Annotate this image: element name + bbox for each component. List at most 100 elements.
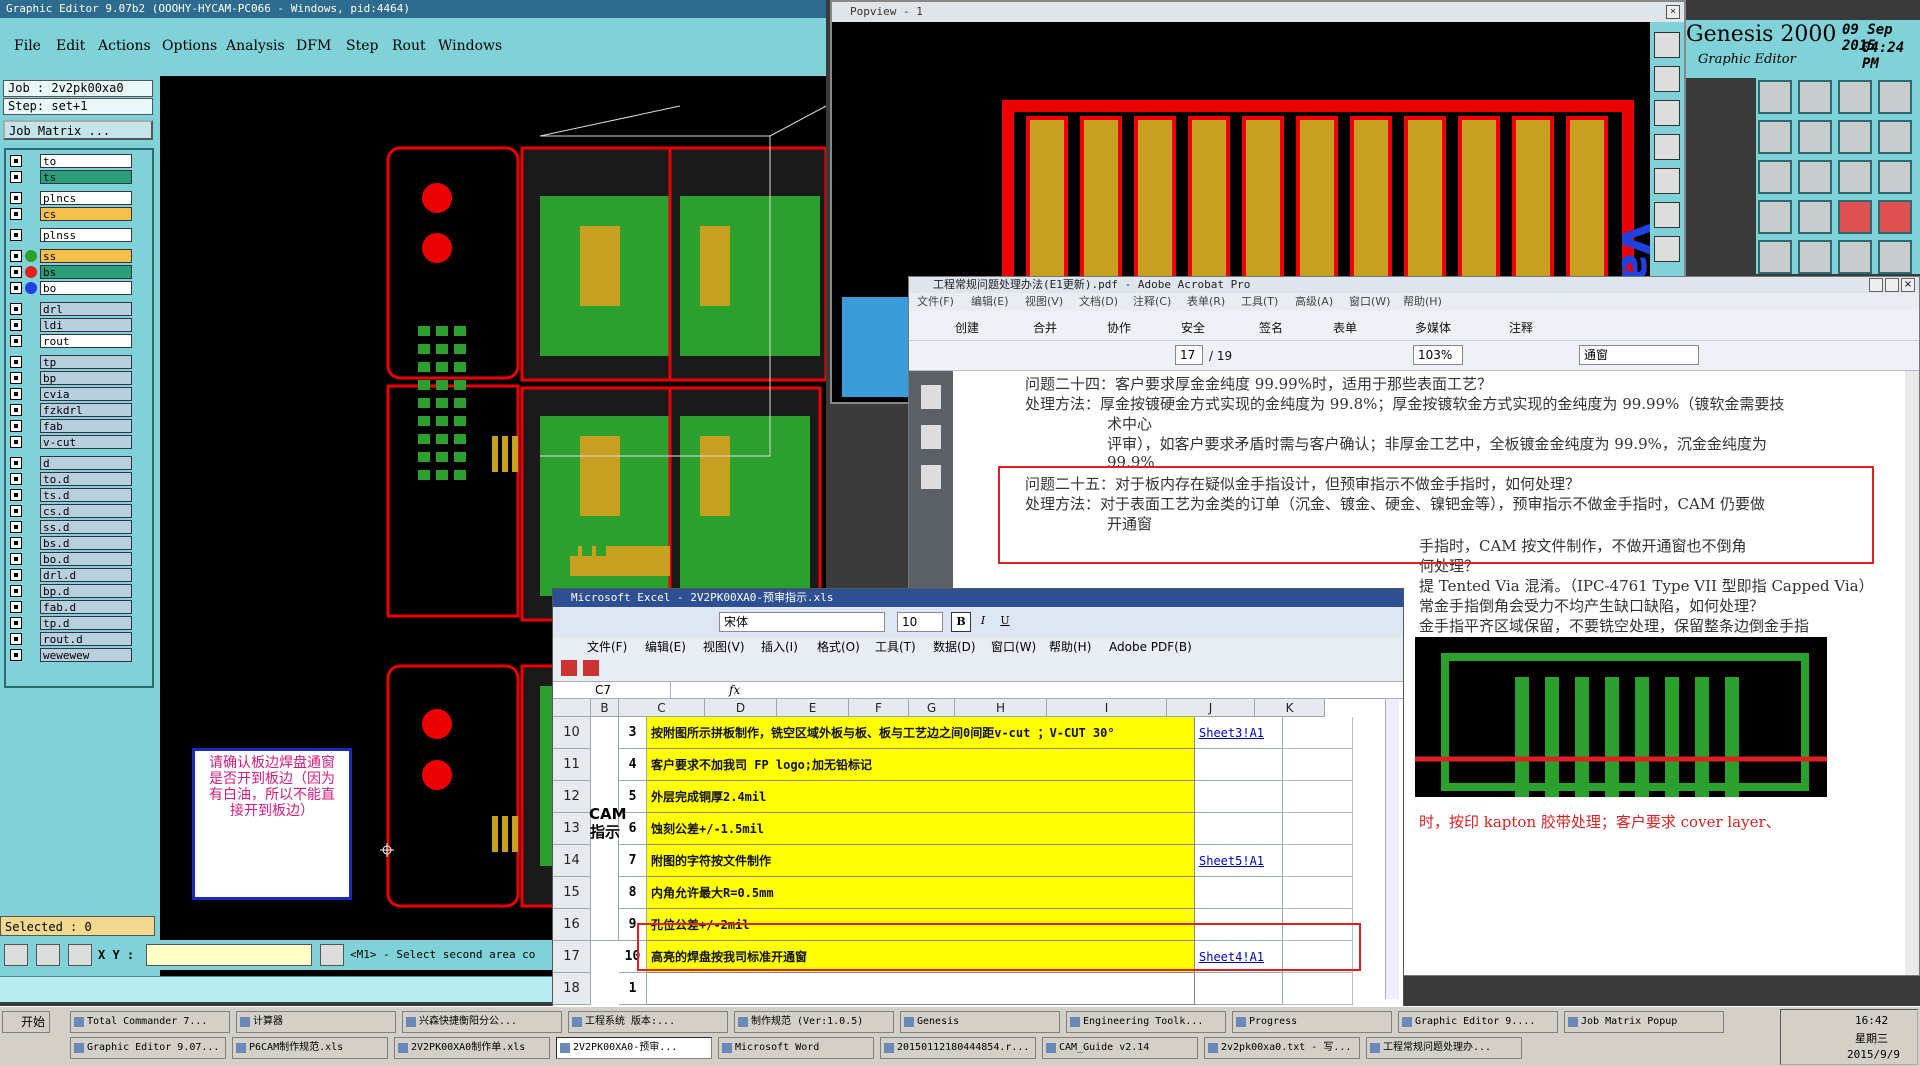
layer-name[interactable]: drl.d xyxy=(40,568,132,582)
layer-checkbox[interactable] xyxy=(10,250,22,262)
xl-menu-adobe[interactable]: Adobe PDF(B) xyxy=(1109,637,1192,657)
layer-name[interactable]: tp xyxy=(40,355,132,369)
tool-icon[interactable] xyxy=(1838,120,1872,154)
layer-row[interactable]: ss xyxy=(8,249,134,263)
pan-icon[interactable] xyxy=(36,944,60,966)
xl-menu-window[interactable]: 窗口(W) xyxy=(991,637,1036,657)
layer-checkbox[interactable] xyxy=(10,505,22,517)
tool-icon[interactable] xyxy=(1798,200,1832,234)
tool-icon[interactable] xyxy=(1758,160,1792,194)
row-header[interactable]: 12 xyxy=(553,781,591,813)
pop-tool-icon[interactable] xyxy=(1654,66,1680,92)
bookmarks-icon[interactable] xyxy=(921,425,941,449)
layer-row[interactable]: bp xyxy=(8,371,134,385)
cell-link[interactable]: Sheet3!A1 xyxy=(1195,717,1283,749)
layer-row[interactable]: plncs xyxy=(8,191,134,205)
layer-row[interactable]: rout.d xyxy=(8,632,134,646)
layer-checkbox[interactable] xyxy=(10,489,22,501)
taskbar-button[interactable]: Engineering Toolk... xyxy=(1066,1011,1226,1033)
tool-icon[interactable] xyxy=(1878,200,1912,234)
cell-link[interactable] xyxy=(1195,781,1283,813)
taskbar-button[interactable]: Progress xyxy=(1232,1011,1392,1033)
layer-checkbox[interactable] xyxy=(10,229,22,241)
menu-actions[interactable]: Actions xyxy=(98,38,151,54)
layer-checkbox[interactable] xyxy=(10,601,22,613)
layer-row[interactable]: ts.d xyxy=(8,488,134,502)
row-header[interactable]: 18 xyxy=(553,973,591,1005)
maximize-icon[interactable] xyxy=(1885,278,1899,292)
layer-checkbox[interactable] xyxy=(10,282,22,294)
cell-index[interactable]: 4 xyxy=(619,749,647,781)
tool-icon[interactable] xyxy=(1878,80,1912,114)
acro-menu-advanced[interactable]: 高级(A) xyxy=(1295,293,1333,311)
xl-menu-tools[interactable]: 工具(T) xyxy=(875,637,916,657)
layer-name[interactable]: rout xyxy=(40,334,132,348)
column-header[interactable]: B xyxy=(591,699,619,717)
row-header[interactable]: 14 xyxy=(553,845,591,877)
layer-name[interactable]: bp xyxy=(40,371,132,385)
signatures-icon[interactable] xyxy=(921,465,941,489)
bold-icon[interactable]: B xyxy=(951,612,971,632)
tool-icon[interactable] xyxy=(1838,200,1872,234)
layer-name[interactable]: cvia xyxy=(40,387,132,401)
taskbar-button[interactable]: P6CAM制作规范.xls xyxy=(232,1037,388,1059)
layer-row[interactable]: ldi xyxy=(8,318,134,332)
layer-row[interactable]: rout xyxy=(8,334,134,348)
layer-checkbox[interactable] xyxy=(10,473,22,485)
tool-icon[interactable] xyxy=(1838,160,1872,194)
find-input[interactable]: 通窗 xyxy=(1579,345,1699,365)
tool-icon[interactable] xyxy=(1878,240,1912,274)
menu-rout[interactable]: Rout xyxy=(392,38,426,54)
layer-name[interactable]: to.d xyxy=(40,472,132,486)
layer-name[interactable]: plncs xyxy=(40,191,132,205)
layer-checkbox[interactable] xyxy=(10,585,22,597)
taskbar-button[interactable]: Microsoft Word xyxy=(718,1037,874,1059)
layer-name[interactable]: ts xyxy=(40,170,132,184)
layer-name[interactable]: bp.d xyxy=(40,584,132,598)
column-header[interactable]: J xyxy=(1167,699,1255,717)
acro-menu-view[interactable]: 视图(V) xyxy=(1025,293,1063,311)
layer-name[interactable]: fzkdrl xyxy=(40,403,132,417)
layer-checkbox[interactable] xyxy=(10,617,22,629)
layer-checkbox[interactable] xyxy=(10,537,22,549)
layer-checkbox[interactable] xyxy=(10,420,22,432)
layer-row[interactable]: bs xyxy=(8,265,134,279)
layer-name[interactable]: bo.d xyxy=(40,552,132,566)
layer-checkbox[interactable] xyxy=(10,192,22,204)
taskbar-button[interactable]: 20150112180444854.r... xyxy=(880,1037,1036,1059)
layer-row[interactable]: ss.d xyxy=(8,520,134,534)
acro-menu-forms[interactable]: 表单(R) xyxy=(1187,293,1225,311)
column-header[interactable]: C xyxy=(619,699,705,717)
pop-tool-icon[interactable] xyxy=(1654,134,1680,160)
multimedia-button[interactable]: 多媒体 xyxy=(1415,319,1451,336)
taskbar-button[interactable]: 制作规范 (Ver:1.0.5) xyxy=(734,1011,894,1033)
cell-empty[interactable] xyxy=(1283,973,1353,1005)
menu-windows[interactable]: Windows xyxy=(438,38,502,54)
cell-empty[interactable] xyxy=(1283,813,1353,845)
pop-tool-icon[interactable] xyxy=(1654,168,1680,194)
cell-empty[interactable] xyxy=(1283,717,1353,749)
cell-link[interactable] xyxy=(1195,877,1283,909)
layer-row[interactable]: bp.d xyxy=(8,584,134,598)
layer-name[interactable]: plnss xyxy=(40,228,132,242)
layer-name[interactable]: ss.d xyxy=(40,520,132,534)
pop-tool-icon[interactable] xyxy=(1654,236,1680,262)
sign-button[interactable]: 签名 xyxy=(1259,319,1283,336)
corner-cell[interactable] xyxy=(553,699,591,717)
layer-name[interactable]: rout.d xyxy=(40,632,132,646)
layer-checkbox[interactable] xyxy=(10,388,22,400)
excel-vscroll[interactable] xyxy=(1385,699,1399,999)
tool-icon[interactable] xyxy=(1758,200,1792,234)
layer-checkbox[interactable] xyxy=(10,649,22,661)
layer-row[interactable]: drl.d xyxy=(8,568,134,582)
taskbar-button[interactable]: 工程常规问题处理办... xyxy=(1366,1037,1522,1059)
column-header[interactable]: I xyxy=(1047,699,1167,717)
tool-icon[interactable] xyxy=(1838,240,1872,274)
layer-name[interactable]: ts.d xyxy=(40,488,132,502)
layer-row[interactable]: bo xyxy=(8,281,134,295)
layer-row[interactable]: ts xyxy=(8,170,134,184)
layer-row[interactable]: to.d xyxy=(8,472,134,486)
layer-row[interactable]: plnss xyxy=(8,228,134,242)
cursor-mode-icon[interactable] xyxy=(320,944,344,966)
forms-button[interactable]: 表单 xyxy=(1333,319,1357,336)
